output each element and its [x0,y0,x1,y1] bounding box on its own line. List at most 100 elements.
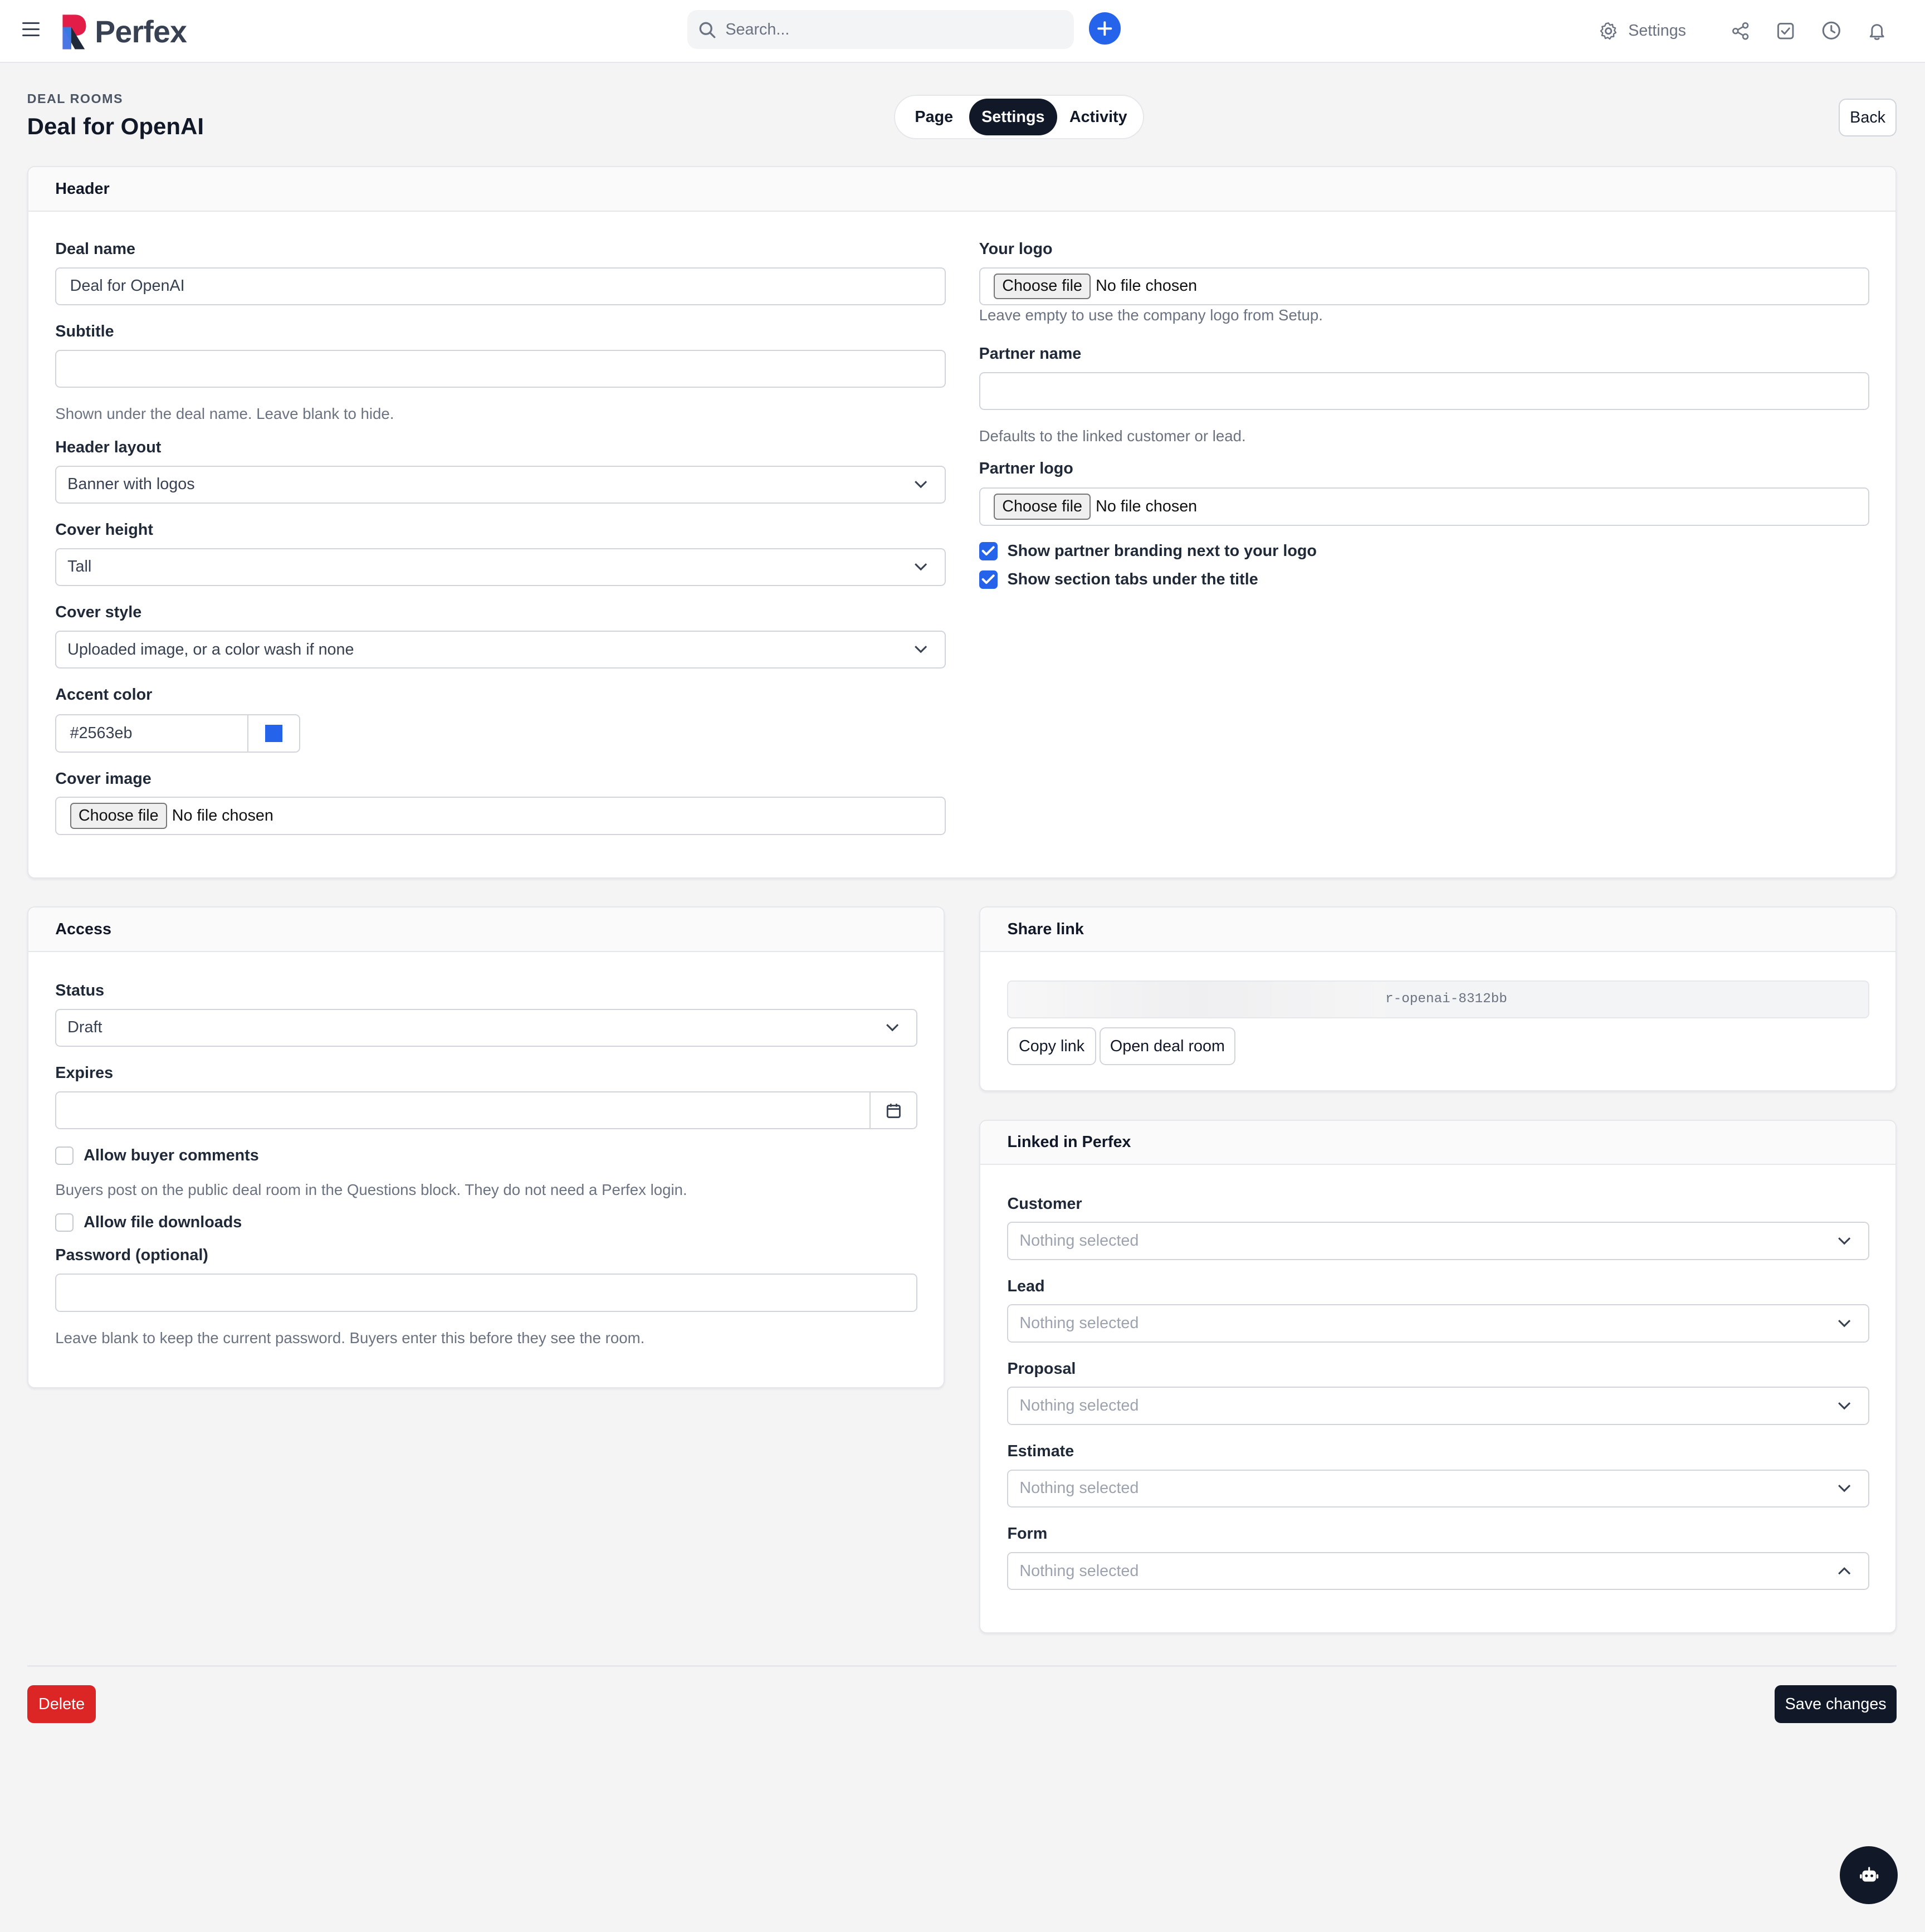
chevron-down-icon [1838,1402,1851,1410]
breadcrumb: DEAL ROOMS [27,91,123,106]
delete-button[interactable]: Delete [27,1685,96,1724]
partner-name-input[interactable] [979,372,1870,411]
password-help: Leave blank to keep the current password… [55,1329,645,1346]
search-icon [699,22,716,38]
expires-calendar-button[interactable] [869,1091,918,1130]
partner-logo-choose-button[interactable]: Choose file [993,494,1091,520]
partner-name-help: Defaults to the linked customer or lead. [979,427,1246,445]
allow-buyer-comments-help: Buyers post on the public deal room in t… [55,1181,687,1199]
cover-image-label: Cover image [55,769,152,788]
bell-icon[interactable] [1863,17,1890,45]
expires-input[interactable] [55,1091,871,1130]
header-layout-select[interactable]: Banner with logos [55,465,946,504]
estimate-value: Nothing selected [1019,1479,1139,1497]
check-icon [981,574,995,584]
chevron-down-icon [1838,1485,1851,1492]
checkbox-unchecked[interactable] [55,1213,74,1232]
save-changes-button[interactable]: Save changes [1775,1685,1897,1724]
task-check-icon[interactable] [1772,17,1800,45]
your-logo-file-status: No file chosen [1096,277,1198,295]
customer-label: Customer [1007,1194,1082,1213]
form-label: Form [1007,1525,1048,1543]
password-input[interactable] [55,1274,918,1312]
share-icon[interactable] [1727,17,1754,45]
form-select[interactable]: Nothing selected [1007,1552,1870,1591]
partner-logo-file-status: No file chosen [1096,497,1198,516]
tab-settings[interactable]: Settings [969,98,1057,136]
chevron-down-icon [1838,1319,1851,1328]
proposal-select[interactable]: Nothing selected [1007,1387,1870,1425]
checkbox-checked[interactable] [979,570,998,589]
lead-label: Lead [1007,1277,1045,1295]
deal-name-input[interactable]: Deal for OpenAI [55,267,946,306]
check-icon [981,546,995,556]
status-label: Status [55,982,105,1000]
header-card-title: Header [28,167,1896,212]
cover-image-file-input[interactable]: Choose file No file chosen [55,797,946,835]
tab-page[interactable]: Page [899,99,969,135]
allow-buyer-comments-checkbox[interactable]: Allow buyer comments [55,1146,259,1165]
cover-height-select[interactable]: Tall [55,548,946,587]
share-link-field[interactable]: r-openai-8312bb [1007,980,1870,1019]
partner-logo-label: Partner logo [979,459,1073,477]
allow-file-downloads-checkbox[interactable]: Allow file downloads [55,1213,242,1232]
search-input[interactable] [725,20,1046,39]
allow-file-downloads-label: Allow file downloads [84,1213,242,1231]
plus-icon [1097,21,1112,36]
tab-activity[interactable]: Activity [1057,99,1139,135]
cover-image-choose-button[interactable]: Choose file [70,803,167,829]
header-layout-value: Banner with logos [67,475,195,494]
share-link-value: r-openai-8312bb [1385,991,1507,1007]
status-value: Draft [67,1018,102,1037]
linked-card-title: Linked in Perfex [980,1120,1896,1165]
hamburger-icon[interactable] [22,22,40,37]
share-link-card: Share link r-openai-8312bb Copy link Ope… [979,906,1897,1092]
access-card-title: Access [28,908,944,952]
deal-name-value: Deal for OpenAI [70,277,185,295]
chevron-down-icon [1838,1237,1851,1245]
show-partner-branding-checkbox[interactable]: Show partner branding next to your logo [979,541,1317,560]
cover-height-value: Tall [67,558,92,576]
customer-value: Nothing selected [1019,1231,1139,1250]
subtitle-input[interactable] [55,349,946,388]
search-box[interactable] [687,9,1074,50]
customer-select[interactable]: Nothing selected [1007,1222,1870,1260]
show-section-tabs-label: Show section tabs under the title [1007,570,1258,588]
app-logo[interactable]: Perfex [60,12,187,52]
your-logo-file-input[interactable]: Choose file No file chosen [979,267,1870,306]
copy-link-button[interactable]: Copy link [1007,1027,1096,1066]
proposal-value: Nothing selected [1019,1397,1139,1415]
back-button[interactable]: Back [1839,98,1897,137]
page-title: Deal for OpenAI [27,113,204,140]
accent-color-input[interactable]: #2563eb [55,714,249,753]
subtitle-help: Shown under the deal name. Leave blank t… [55,405,394,423]
estimate-select[interactable]: Nothing selected [1007,1469,1870,1508]
lead-value: Nothing selected [1019,1314,1139,1333]
accent-color-value: #2563eb [70,724,133,742]
password-label: Password (optional) [55,1246,208,1265]
settings-link[interactable]: Settings [1599,21,1686,41]
clock-icon[interactable] [1818,17,1845,45]
partner-logo-file-input[interactable]: Choose file No file chosen [979,487,1870,526]
checkbox-unchecked[interactable] [55,1146,74,1165]
show-section-tabs-checkbox[interactable]: Show section tabs under the title [979,570,1258,589]
checkbox-checked[interactable] [979,541,998,560]
your-logo-choose-button[interactable]: Choose file [993,273,1091,300]
lead-select[interactable]: Nothing selected [1007,1304,1870,1343]
cover-style-label: Cover style [55,603,142,622]
open-deal-room-button[interactable]: Open deal room [1100,1027,1235,1066]
form-value: Nothing selected [1019,1562,1139,1580]
assistant-chat-button[interactable] [1840,1846,1898,1905]
chevron-up-icon [1838,1567,1851,1575]
gear-icon [1600,22,1617,40]
cover-style-select[interactable]: Uploaded image, or a color wash if none [55,630,946,669]
accent-color-swatch[interactable] [247,714,301,753]
quick-create-button[interactable] [1088,12,1121,45]
show-partner-branding-label: Show partner branding next to your logo [1007,541,1317,560]
header-layout-label: Header layout [55,438,162,456]
access-card: Access Status Draft Expires Allow buyer … [27,906,945,1388]
accent-color-label: Accent color [55,686,153,704]
app-name: Perfex [95,14,187,50]
allow-buyer-comments-label: Allow buyer comments [84,1146,259,1165]
status-select[interactable]: Draft [55,1008,918,1047]
